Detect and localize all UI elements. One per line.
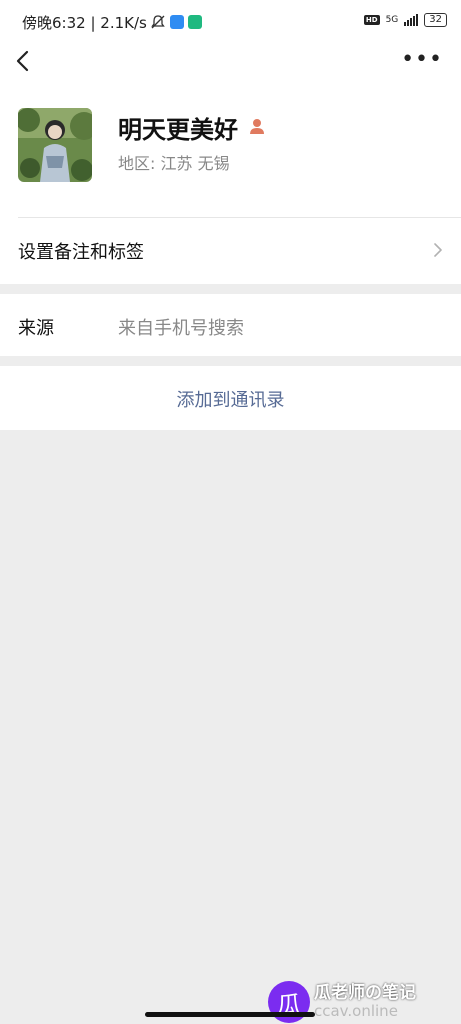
source-row: 来源 来自手机号搜索 bbox=[0, 294, 461, 356]
person-icon bbox=[250, 119, 264, 134]
status-time: 傍晚6:32 | 2.1K/s bbox=[22, 14, 147, 32]
more-options-button[interactable]: ••• bbox=[401, 49, 443, 71]
status-bar: 傍晚6:32 | 2.1K/s HD 5G 32 bbox=[0, 0, 461, 44]
watermark: 瓜 瓜老师の笔记 ccav.online bbox=[268, 980, 416, 1024]
remark-label: 设置备注和标签 bbox=[18, 242, 144, 263]
chevron-right-icon bbox=[434, 243, 442, 257]
bell-muted-icon bbox=[151, 15, 165, 29]
back-arrow-icon[interactable] bbox=[12, 48, 36, 74]
network-type: 5G bbox=[385, 15, 399, 25]
watermark-url: ccav.online bbox=[314, 1002, 398, 1020]
avatar[interactable] bbox=[18, 108, 92, 182]
source-label: 来源 bbox=[18, 318, 54, 339]
add-to-contacts-button[interactable]: 添加到通讯录 bbox=[0, 366, 461, 430]
contact-region: 地区: 江苏 无锡 bbox=[118, 154, 230, 173]
watermark-title: 瓜老师の笔记 bbox=[314, 983, 416, 1003]
cloud-app-icon bbox=[170, 15, 184, 29]
contact-name: 明天更美好 bbox=[118, 116, 238, 144]
signal-icon bbox=[404, 14, 419, 26]
hd-icon: HD bbox=[363, 15, 380, 25]
shield-app-icon bbox=[188, 15, 202, 29]
battery-icon: 32 bbox=[424, 13, 447, 27]
home-indicator[interactable] bbox=[145, 1012, 315, 1017]
source-value: 来自手机号搜索 bbox=[118, 318, 244, 339]
set-remark-and-tags-row[interactable]: 设置备注和标签 bbox=[0, 218, 461, 284]
avatar-image bbox=[18, 108, 92, 182]
add-to-contacts-label: 添加到通讯录 bbox=[176, 390, 285, 411]
